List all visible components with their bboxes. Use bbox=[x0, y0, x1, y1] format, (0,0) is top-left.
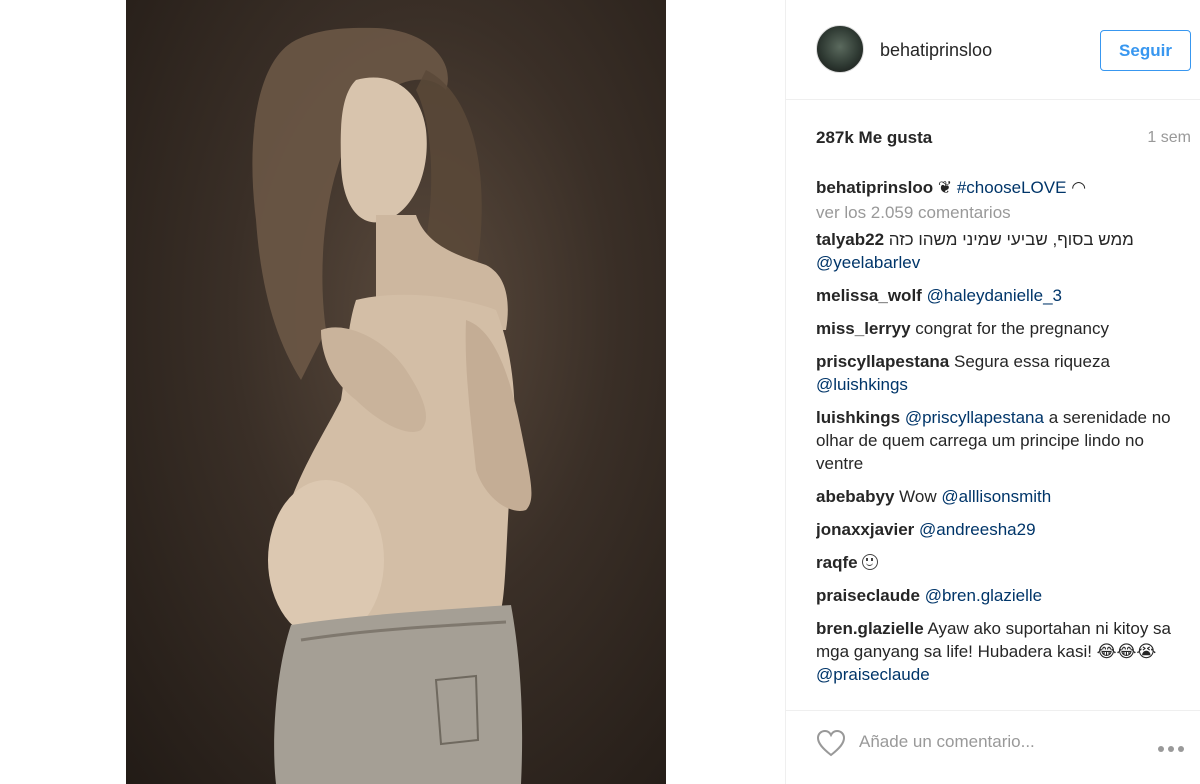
comment-mention[interactable]: @bren.glazielle bbox=[925, 586, 1042, 605]
view-all-comments[interactable]: ver los 2.059 comentarios bbox=[816, 201, 1191, 224]
comment-mention[interactable]: @andreesha29 bbox=[919, 520, 1036, 539]
likes-row: 287k Me gusta 1 sem bbox=[816, 128, 1191, 150]
caption-hashtag[interactable]: #chooseLOVE bbox=[957, 178, 1067, 197]
comment-text: congrat for the pregnancy bbox=[915, 319, 1109, 338]
comment-text: ממש בסוף, שביעי שמיני משהו כזה bbox=[888, 230, 1134, 249]
post-photo[interactable] bbox=[126, 0, 666, 784]
more-options-icon[interactable] bbox=[1158, 739, 1192, 752]
comment-username[interactable]: praiseclaude bbox=[816, 586, 920, 605]
comment-item: abebabyy Wow @alllisonsmith bbox=[816, 485, 1191, 508]
comment-mention[interactable]: @praiseclaude bbox=[816, 665, 930, 684]
comment-item: bren.glazielle Ayaw ako suportahan ni ki… bbox=[816, 617, 1191, 686]
comment-mention[interactable]: @yeelabarlev bbox=[816, 253, 920, 272]
comments-list: behatiprinsloo ❦ #chooseLOVE ◠ ver los 2… bbox=[816, 176, 1191, 701]
comment-username[interactable]: melissa_wolf bbox=[816, 286, 922, 305]
photo-illustration bbox=[252, 27, 532, 784]
avatar[interactable] bbox=[816, 25, 864, 73]
likes-count[interactable]: 287k Me gusta bbox=[816, 128, 932, 148]
comment-mention[interactable]: @haleydanielle_3 bbox=[927, 286, 1062, 305]
comment-mention[interactable]: @alllisonsmith bbox=[941, 487, 1051, 506]
comment-item: miss_lerryy congrat for the pregnancy bbox=[816, 317, 1191, 340]
sprout-icon: ❦ bbox=[937, 178, 957, 197]
comment-text: Segura essa riqueza bbox=[953, 352, 1110, 371]
heart-icon[interactable] bbox=[816, 729, 846, 757]
comment-username[interactable]: abebabyy bbox=[816, 487, 894, 506]
post-header: behatiprinsloo Seguir bbox=[786, 0, 1200, 100]
caption: behatiprinsloo ❦ #chooseLOVE ◠ bbox=[816, 176, 1191, 199]
comment-item: melissa_wolf @haleydanielle_3 bbox=[816, 284, 1191, 307]
comment-username[interactable]: luishkings bbox=[816, 408, 900, 427]
follow-button[interactable]: Seguir bbox=[1100, 30, 1191, 71]
comment-username[interactable]: bren.glazielle bbox=[816, 619, 924, 638]
comment-username[interactable]: miss_lerryy bbox=[816, 319, 911, 338]
comment-item: luishkings @priscyllapestana a serenidad… bbox=[816, 406, 1191, 475]
comment-item: talyab22 ממש בסוף, שביעי שמיני משהו כזה … bbox=[816, 228, 1191, 274]
post-sidebar: behatiprinsloo Seguir 287k Me gusta 1 se… bbox=[785, 0, 1200, 784]
comment-mention[interactable]: @priscyllapestana bbox=[905, 408, 1044, 427]
comment-username[interactable]: raqfe bbox=[816, 553, 858, 572]
comment-text: Wow bbox=[899, 487, 937, 506]
smiley-icon bbox=[862, 554, 879, 570]
comment-item: jonaxxjavier @andreesha29 bbox=[816, 518, 1191, 541]
comment-username[interactable]: jonaxxjavier bbox=[816, 520, 914, 539]
rainbow-icon: ◠ bbox=[1071, 178, 1087, 197]
comment-username[interactable]: talyab22 bbox=[816, 230, 884, 249]
caption-username[interactable]: behatiprinsloo bbox=[816, 178, 933, 197]
comment-username[interactable]: priscyllapestana bbox=[816, 352, 949, 371]
header-username[interactable]: behatiprinsloo bbox=[880, 40, 992, 61]
comment-item: priscyllapestana Segura essa riqueza @lu… bbox=[816, 350, 1191, 396]
comment-item: raqfe bbox=[816, 551, 1191, 574]
comment-mention[interactable]: @luishkings bbox=[816, 375, 908, 394]
media-area bbox=[0, 0, 785, 784]
post-time[interactable]: 1 sem bbox=[1147, 129, 1191, 147]
add-comment-input[interactable] bbox=[859, 727, 1129, 757]
comment-footer bbox=[786, 710, 1200, 784]
comment-item: praiseclaude @bren.glazielle bbox=[816, 584, 1191, 607]
